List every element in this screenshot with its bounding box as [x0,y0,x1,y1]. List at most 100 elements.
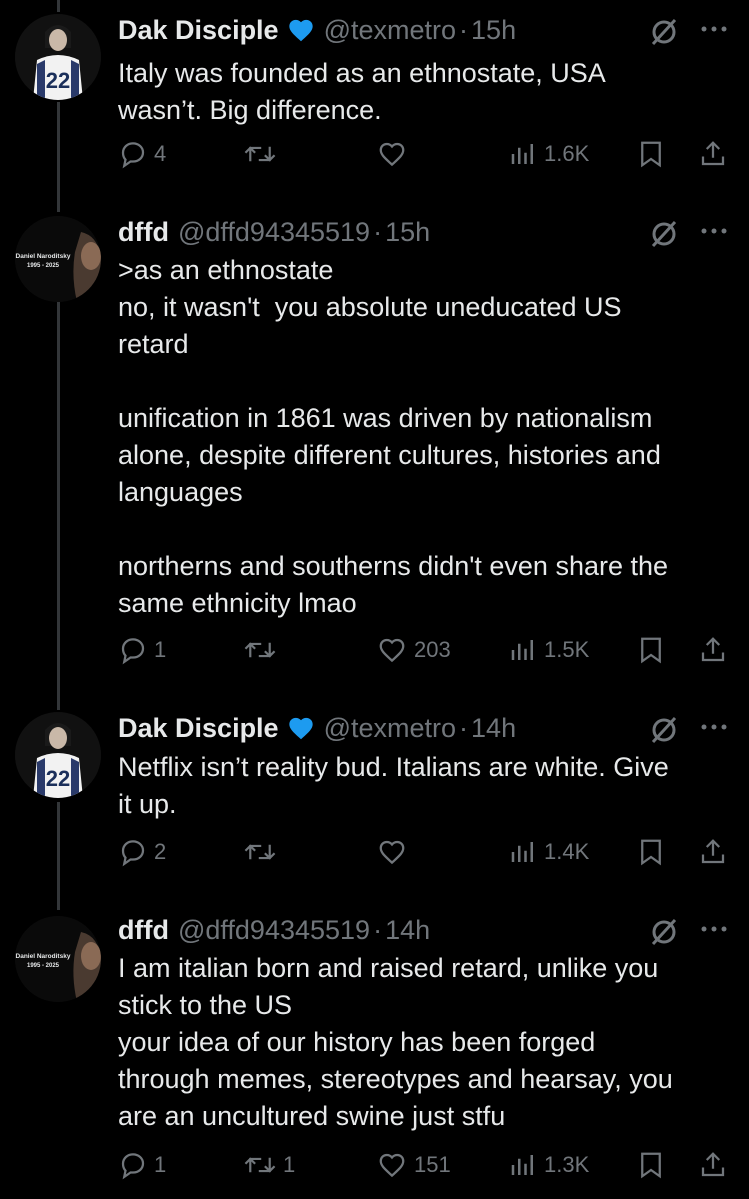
tweet-actions: 1 1 151 1.3K [118,1145,729,1185]
more-options-icon[interactable] [699,224,729,243]
avatar-caption: 1995 - 2025 [27,963,60,969]
views-button[interactable]: 1.3K [508,1145,589,1185]
repost-icon [244,1157,276,1173]
grok-icon[interactable] [649,212,679,257]
avatar[interactable]: Daniel Naroditsky 1995 - 2025 [15,916,101,1002]
bookmark-button[interactable] [636,1145,666,1185]
tweet[interactable]: Daniel Naroditsky 1995 - 2025 dffd @dffd… [0,910,749,1199]
display-name[interactable]: Dak Disciple [118,713,279,744]
user-handle[interactable]: @texmetro [324,15,456,46]
user-handle[interactable]: @dffd94345519 [178,915,370,946]
bookmark-button[interactable] [636,630,666,670]
reply-button[interactable]: 4 [118,134,166,174]
display-name[interactable]: Dak Disciple [118,15,279,46]
more-options-icon[interactable] [699,922,729,941]
reply-count: 1 [154,637,167,662]
reply-button[interactable]: 1 [118,1145,166,1185]
separator: · [459,14,469,45]
grok-icon[interactable] [649,708,679,753]
views-button[interactable]: 1.6K [508,134,589,174]
user-handle[interactable]: @dffd94345519 [178,217,370,248]
view-count: 1.4K [544,839,590,864]
share-button[interactable] [698,134,728,174]
repost-icon [244,844,276,860]
share-icon [701,141,725,166]
tweet-actions: 2 1.4K [118,832,729,872]
share-button[interactable] [698,1145,728,1185]
avatar[interactable]: 22 [15,14,101,100]
views-icon [511,1155,533,1175]
repost-icon [244,642,276,658]
heart-icon [379,142,405,167]
tweet-text: >as an ethnostate no, it wasn't you abso… [118,255,669,618]
repost-button[interactable] [243,134,283,174]
reply-button[interactable]: 2 [118,832,166,872]
separator: · [459,712,469,743]
share-icon [701,1152,725,1177]
timestamp[interactable]: 15h [471,15,516,46]
views-button[interactable]: 1.4K [508,832,589,872]
reply-icon [121,1153,145,1180]
heart-icon [379,840,405,865]
timestamp[interactable]: 14h [471,713,516,744]
tweet-text: Italy was founded as an ethnostate, USA … [118,58,606,125]
avatar-caption: Daniel Naroditsky [16,253,71,260]
more-options-icon[interactable] [699,22,729,41]
reply-count: 1 [154,1152,167,1177]
reply-icon [121,142,145,169]
repost-button[interactable]: 1 [243,1145,295,1185]
view-count: 1.5K [544,637,590,662]
repost-button[interactable] [243,630,283,670]
views-icon [511,842,533,862]
separator: · [373,216,383,247]
views-icon [511,640,533,660]
avatar-caption: Daniel Naroditsky [16,953,71,960]
heart-icon [379,1153,405,1178]
timestamp[interactable]: 15h [385,217,430,248]
bookmark-button[interactable] [636,134,666,174]
bookmark-icon [641,637,661,664]
view-count: 1.3K [544,1152,590,1177]
avatar[interactable]: 22 [15,712,101,798]
verified-badge-icon[interactable] [287,16,315,44]
share-icon [701,637,725,662]
grok-icon[interactable] [649,910,679,955]
avatar-caption: 1995 - 2025 [27,263,60,269]
display-name[interactable]: dffd [118,217,169,248]
like-count: 151 [414,1152,451,1177]
jersey-number: 22 [46,766,70,791]
avatar[interactable]: Daniel Naroditsky 1995 - 2025 [15,216,101,302]
separator: · [373,914,383,945]
verified-badge-icon[interactable] [287,714,315,742]
bookmark-icon [641,839,661,866]
reply-button[interactable]: 1 [118,630,166,670]
bookmark-icon [641,1152,661,1179]
repost-button[interactable] [243,832,283,872]
tweet-header: Dak Disciple @texmetro · 14h [118,708,729,748]
tweet-actions: 4 1.6K [118,134,729,174]
views-button[interactable]: 1.5K [508,630,589,670]
tweet[interactable]: 22 Dak Disciple @texmetro · 14h Netflix … [0,700,749,900]
user-handle[interactable]: @texmetro [324,713,456,744]
timestamp[interactable]: 14h [385,915,430,946]
like-button[interactable]: 151 [376,1145,451,1185]
like-button[interactable]: 203 [376,630,451,670]
reply-icon [121,840,145,867]
like-button[interactable] [376,134,414,174]
reply-count: 2 [154,839,167,864]
share-button[interactable] [698,832,728,872]
display-name[interactable]: dffd [118,915,169,946]
repost-icon [244,146,276,162]
like-button[interactable] [376,832,414,872]
tweet[interactable]: 22 Dak Disciple @texmetro · 15h Italy wa… [0,0,749,200]
like-count: 203 [414,637,451,662]
bookmark-button[interactable] [636,832,666,872]
jersey-number: 22 [46,68,70,93]
tweet-header: dffd @dffd94345519 · 14h [118,910,729,950]
grok-icon[interactable] [649,10,679,55]
more-options-icon[interactable] [699,720,729,739]
view-count: 1.6K [544,141,590,166]
share-button[interactable] [698,630,728,670]
tweet[interactable]: Daniel Naroditsky 1995 - 2025 dffd @dffd… [0,210,749,700]
repost-count: 1 [283,1152,296,1177]
